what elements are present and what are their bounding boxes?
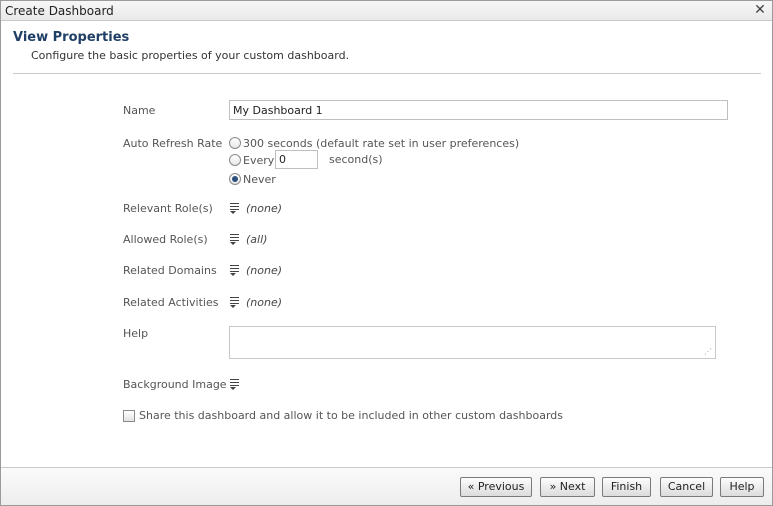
name-label: Name [123,104,156,117]
refresh-never-radio[interactable] [229,173,241,185]
list-picker-icon[interactable] [230,233,244,245]
refresh-never-label: Never [243,172,276,186]
help-label: Help [123,327,149,340]
refresh-option-default[interactable]: 300 seconds (default rate set in user pr… [229,135,519,151]
refresh-seconds-suffix: second(s) [329,153,383,166]
list-picker-icon[interactable] [230,378,244,390]
refresh-option-every[interactable]: Every [229,152,274,168]
related-activities-label: Related Activities [123,296,219,309]
share-dashboard-label: Share this dashboard and allow it to be … [139,409,563,422]
auto-refresh-label: Auto Refresh Rate [123,137,223,150]
refresh-seconds-input[interactable] [275,150,318,169]
relevant-roles-value: (none) [246,201,283,215]
refresh-every-radio[interactable] [229,154,241,166]
refresh-every-label: Every [243,153,275,167]
related-domains-label: Related Domains [123,264,217,277]
page-description: Configure the basic properties of your c… [31,49,350,62]
related-activities-value: (none) [246,295,283,309]
allowed-roles-picker[interactable]: (all) [230,232,267,246]
related-activities-picker[interactable]: (none) [230,295,282,309]
cancel-button[interactable]: Cancel [660,477,713,497]
resize-grip-icon[interactable]: ⋰ [704,347,712,356]
window-title: Create Dashboard [5,4,114,18]
relevant-roles-picker[interactable]: (none) [230,201,282,215]
page-title: View Properties [13,30,130,45]
allowed-roles-value: (all) [246,232,268,246]
help-textarea[interactable] [229,326,716,359]
share-dashboard-checkbox[interactable] [123,409,135,422]
refresh-option-never[interactable]: Never [229,171,276,187]
list-picker-icon[interactable] [230,264,244,276]
finish-button[interactable]: Finish [602,477,651,497]
related-domains-value: (none) [246,263,283,277]
background-image-label: Background Image [123,378,227,391]
refresh-default-radio[interactable] [229,137,241,149]
close-icon[interactable]: ✕ [753,2,767,18]
relevant-roles-label: Relevant Role(s) [123,202,213,215]
title-bar: Create Dashboard ✕ [1,1,772,21]
create-dashboard-dialog: Create Dashboard ✕ View Properties Confi… [0,0,773,506]
list-picker-icon[interactable] [230,202,244,214]
refresh-default-label: 300 seconds (default rate set in user pr… [243,136,520,150]
name-input[interactable] [229,100,728,120]
header-divider [13,73,761,74]
allowed-roles-label: Allowed Role(s) [123,233,208,246]
related-domains-picker[interactable]: (none) [230,263,282,277]
footer-bar [1,468,772,505]
background-image-picker[interactable] [230,377,246,391]
list-picker-icon[interactable] [230,296,244,308]
share-dashboard-option[interactable]: Share this dashboard and allow it to be … [123,409,563,422]
help-button[interactable]: Help [720,477,764,497]
next-button[interactable]: » Next [540,477,595,497]
previous-button[interactable]: « Previous [460,477,532,497]
